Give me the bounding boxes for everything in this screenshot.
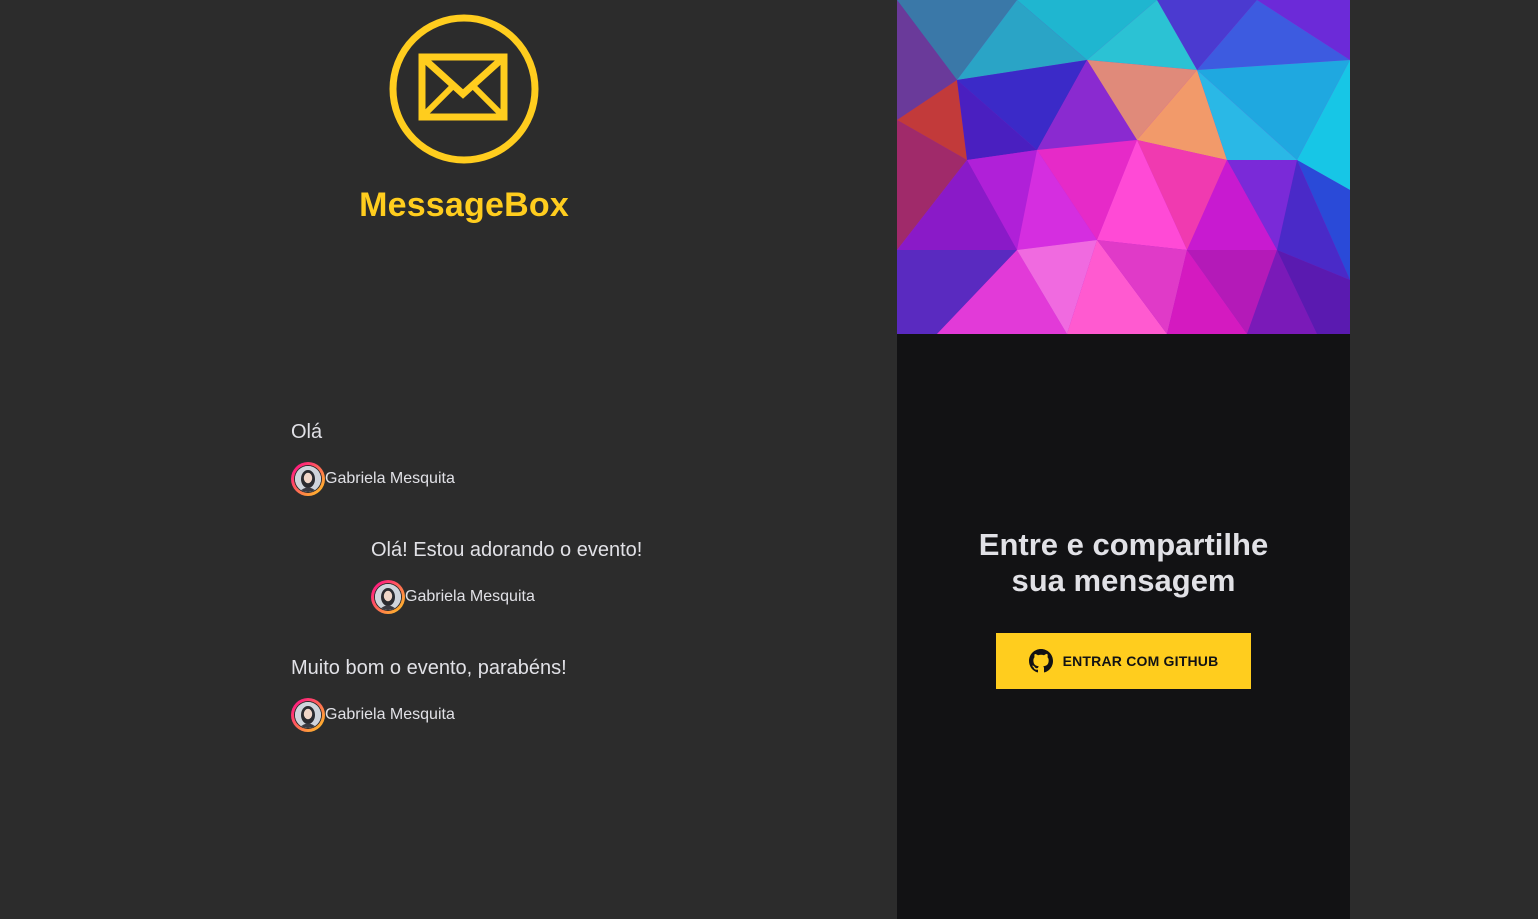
page: MessageBox Olá Gabriela Mesquita Olá! Es… xyxy=(0,0,1538,919)
author-name: Gabriela Mesquita xyxy=(405,588,535,605)
brand-name: MessageBox xyxy=(359,186,569,224)
message-author: Gabriela Mesquita xyxy=(291,462,455,496)
message-item: Olá! Estou adorando o evento! Gabriela M… xyxy=(371,538,642,614)
user-avatar xyxy=(291,462,325,496)
banner-image xyxy=(897,0,1350,334)
user-avatar xyxy=(371,580,405,614)
signin-title-line2: sua mensagem xyxy=(1011,563,1236,598)
message-author: Gabriela Mesquita xyxy=(371,580,642,614)
github-signin-label: ENTRAR COM GITHUB xyxy=(1062,653,1219,669)
message-item: Muito bom o evento, parabéns! Gabriela M… xyxy=(291,656,567,732)
author-name: Gabriela Mesquita xyxy=(325,706,455,723)
avatar-photo-icon xyxy=(295,702,321,728)
signin-panel: Entre e compartilhe sua mensagem ENTRAR … xyxy=(897,0,1350,919)
github-signin-button[interactable]: ENTRAR COM GITHUB xyxy=(996,633,1251,689)
avatar-photo-icon xyxy=(375,584,401,610)
message-text: Muito bom o evento, parabéns! xyxy=(291,657,567,679)
avatar-photo-icon xyxy=(295,466,321,492)
polygon-banner-art xyxy=(897,0,1350,334)
mail-icon xyxy=(389,14,539,164)
author-name: Gabriela Mesquita xyxy=(325,470,455,487)
message-author: Gabriela Mesquita xyxy=(291,698,567,732)
signin-title-line1: Entre e compartilhe xyxy=(978,527,1269,562)
user-avatar xyxy=(291,698,325,732)
brand-header: MessageBox xyxy=(330,12,598,225)
message-text: Olá xyxy=(291,421,323,443)
signin-heading: Entre e compartilhe sua mensagem xyxy=(897,527,1350,599)
message-text: Olá! Estou adorando o evento! xyxy=(371,539,643,561)
message-item: Olá Gabriela Mesquita xyxy=(291,420,455,496)
github-icon xyxy=(1028,649,1053,673)
